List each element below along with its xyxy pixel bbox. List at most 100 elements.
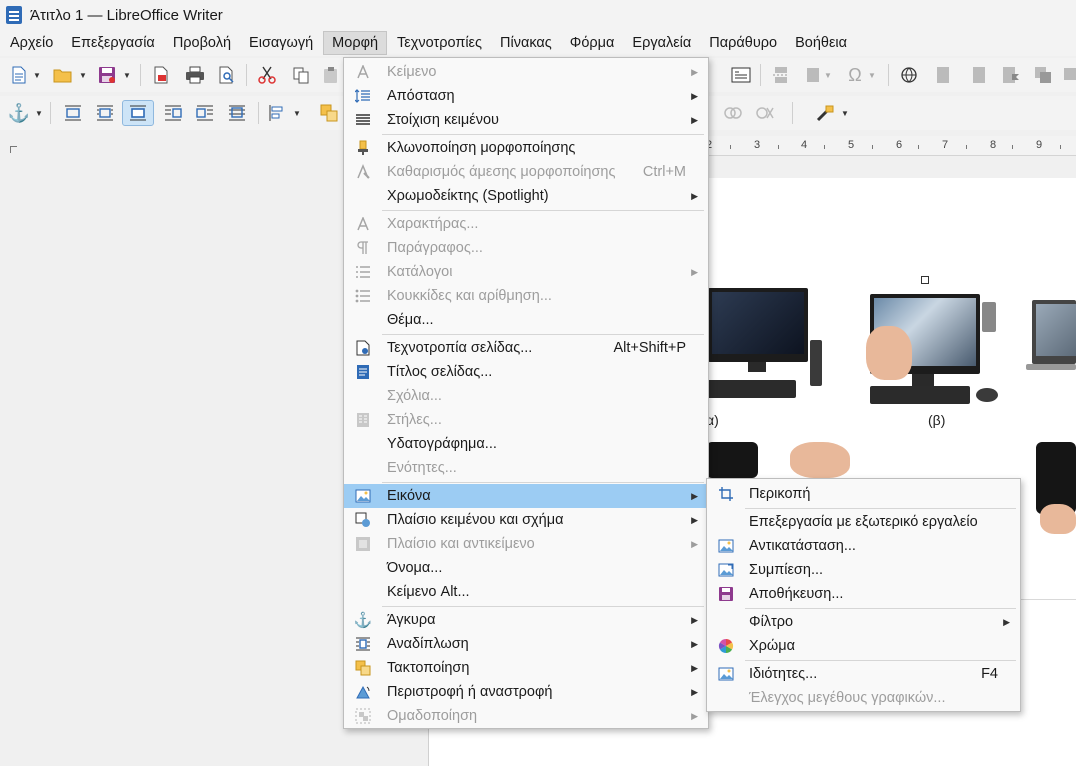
anchor-dropdown-icon[interactable]: ▼ <box>32 100 46 126</box>
paragraph-icon <box>354 239 372 257</box>
menu-item-watermark[interactable]: Υδατογράφημα... <box>344 432 708 456</box>
save-dropdown-icon[interactable]: ▼ <box>120 62 134 88</box>
title-page-icon <box>354 363 372 381</box>
print-preview-icon[interactable] <box>214 62 240 88</box>
menu-edit[interactable]: Επεξεργασία <box>63 31 163 55</box>
menu-item-spacing[interactable]: Απόσταση ▶ <box>344 84 708 108</box>
open-folder-icon[interactable] <box>50 62 76 88</box>
image-selection-handle[interactable] <box>921 276 929 284</box>
bookmark-icon[interactable] <box>998 62 1024 88</box>
insert-text-box-icon[interactable] <box>728 62 754 88</box>
wrap-off-icon[interactable] <box>60 100 86 126</box>
submenu-arrow-icon: ▶ <box>691 490 698 501</box>
menu-item-arrange[interactable]: Τακτοποίηση ▶ <box>344 656 708 680</box>
new-document-icon[interactable] <box>6 62 32 88</box>
wrap-optimal-icon[interactable] <box>122 100 154 126</box>
menu-view[interactable]: Προβολή <box>165 31 239 55</box>
open-dropdown-icon[interactable]: ▼ <box>76 62 90 88</box>
menu-item-text[interactable]: Κείμενο ▶ <box>344 60 708 84</box>
menu-item-name[interactable]: Όνομα... <box>344 556 708 580</box>
horizontal-ruler[interactable]: 2 3 4 5 6 7 8 9 <box>700 136 1076 156</box>
menu-separator <box>382 482 704 483</box>
menu-file[interactable]: Αρχείο <box>2 31 61 55</box>
ruler-number: 6 <box>896 139 903 151</box>
menu-item-text-box-shape[interactable]: Πλαίσιο κειμένου και σχήμα ▶ <box>344 508 708 532</box>
special-character-icon[interactable]: Ω <box>842 62 868 88</box>
clone-formatting-dropdown-icon[interactable]: ▼ <box>838 100 852 126</box>
submenu-item-save[interactable]: Αποθήκευση... <box>707 582 1020 606</box>
align-objects-icon[interactable] <box>264 100 290 126</box>
submenu-item-color[interactable]: Χρώμα <box>707 634 1020 658</box>
submenu-item-compress[interactable]: Συμπίεση... <box>707 558 1020 582</box>
submenu-item-properties[interactable]: Ιδιότητες... F4 <box>707 662 1020 686</box>
submenu-item-replace[interactable]: Αντικατάσταση... <box>707 534 1020 558</box>
menu-tools[interactable]: Εργαλεία <box>624 31 699 55</box>
menu-table[interactable]: Πίνακας <box>492 31 560 55</box>
new-document-dropdown-icon[interactable]: ▼ <box>30 62 44 88</box>
menu-item-alt-text[interactable]: Κείμενο Alt... <box>344 580 708 604</box>
submenu-arrow-icon: ▶ <box>1003 616 1010 627</box>
menu-item-theme[interactable]: Θέμα... <box>344 308 708 332</box>
save-icon[interactable] <box>94 62 120 88</box>
copy-icon[interactable] <box>288 62 314 88</box>
menu-separator <box>745 608 1016 609</box>
wrap-parallel-icon[interactable] <box>92 100 118 126</box>
menu-item-clone-formatting[interactable]: Κλωνοποίηση μορφοποίησης <box>344 136 708 160</box>
endnote-icon[interactable] <box>966 62 992 88</box>
export-pdf-icon[interactable] <box>148 62 174 88</box>
submenu-arrow-icon: ▶ <box>691 614 698 625</box>
menu-item-wrap[interactable]: Αναδίπλωση ▶ <box>344 632 708 656</box>
menu-item-comments[interactable]: Σχόλια... <box>344 384 708 408</box>
anchor-icon[interactable]: ⚓ <box>6 100 32 126</box>
menu-item-lists[interactable]: Κατάλογοι ▶ <box>344 260 708 284</box>
ungroup-object-icon[interactable] <box>752 100 778 126</box>
menu-styles[interactable]: Τεχνοτροπίες <box>389 31 490 55</box>
menu-format[interactable]: Μορφή <box>323 31 388 55</box>
menu-item-frame-object[interactable]: Πλαίσιο και αντικείμενο ▶ <box>344 532 708 556</box>
menu-help[interactable]: Βοήθεια <box>787 31 855 55</box>
submenu-item-crop[interactable]: Περικοπή <box>707 482 1020 506</box>
wrap-through-icon[interactable] <box>224 100 250 126</box>
group-object-icon[interactable] <box>720 100 746 126</box>
special-character-dropdown-icon[interactable]: ▼ <box>866 62 878 88</box>
menu-item-bullets-numbering[interactable]: Κουκκίδες και αρίθμηση... <box>344 284 708 308</box>
menu-form[interactable]: Φόρμα <box>562 31 623 55</box>
menu-item-columns[interactable]: Στήλες... <box>344 408 708 432</box>
menu-item-group[interactable]: Ομαδοποίηση ▶ <box>344 704 708 728</box>
toolbar-separator <box>888 64 889 86</box>
footnote-icon[interactable] <box>930 62 956 88</box>
align-objects-dropdown-icon[interactable]: ▼ <box>290 100 304 126</box>
cut-icon[interactable] <box>254 62 280 88</box>
menu-item-spotlight[interactable]: Χρωμοδείκτης (Spotlight) ▶ <box>344 184 708 208</box>
menu-item-character[interactable]: Χαρακτήρας... <box>344 212 708 236</box>
menu-insert[interactable]: Εισαγωγή <box>241 31 321 55</box>
menu-item-sections[interactable]: Ενότητες... <box>344 456 708 480</box>
submenu-item-filter[interactable]: Φίλτρο ▶ <box>707 610 1020 634</box>
submenu-arrow-icon: ▶ <box>691 662 698 673</box>
menu-item-paragraph[interactable]: Παράγραφος... <box>344 236 708 260</box>
paste-icon[interactable] <box>318 62 344 88</box>
insert-comment-icon[interactable] <box>1058 62 1076 88</box>
menu-item-clear-direct-formatting[interactable]: Καθαρισμός άμεσης μορφοποίησης Ctrl+M <box>344 160 708 184</box>
menu-item-anchor[interactable]: ⚓ Άγκυρα ▶ <box>344 608 708 632</box>
menu-item-align-text[interactable]: Στοίχιση κειμένου ▶ <box>344 108 708 132</box>
submenu-item-graphics-size-check[interactable]: Έλεγχος μεγέθους γραφικών... <box>707 686 1020 710</box>
menu-item-page-style[interactable]: Τεχνοτροπία σελίδας... Alt+Shift+P <box>344 336 708 360</box>
page-break-icon[interactable] <box>768 62 794 88</box>
wrap-before-icon[interactable] <box>160 100 186 126</box>
cross-reference-icon[interactable] <box>1030 62 1056 88</box>
menu-window[interactable]: Παράθυρο <box>701 31 785 55</box>
bring-to-front-icon[interactable] <box>316 100 342 126</box>
arrange-icon <box>354 659 372 677</box>
wrap-after-icon[interactable] <box>192 100 218 126</box>
insert-field-dropdown-icon[interactable]: ▼ <box>822 62 834 88</box>
align-text-icon <box>354 111 372 129</box>
clone-formatting-toolbar-icon[interactable] <box>812 100 838 126</box>
tablet-image <box>706 442 758 478</box>
menu-item-title-page[interactable]: Τίτλος σελίδας... <box>344 360 708 384</box>
submenu-item-edit-external[interactable]: Επεξεργασία με εξωτερικό εργαλείο <box>707 510 1020 534</box>
print-icon[interactable] <box>182 62 208 88</box>
hyperlink-icon[interactable] <box>896 62 922 88</box>
menu-item-rotate-flip[interactable]: Περιστροφή ή αναστροφή ▶ <box>344 680 708 704</box>
menu-item-image[interactable]: Εικόνα ▶ <box>344 484 708 508</box>
